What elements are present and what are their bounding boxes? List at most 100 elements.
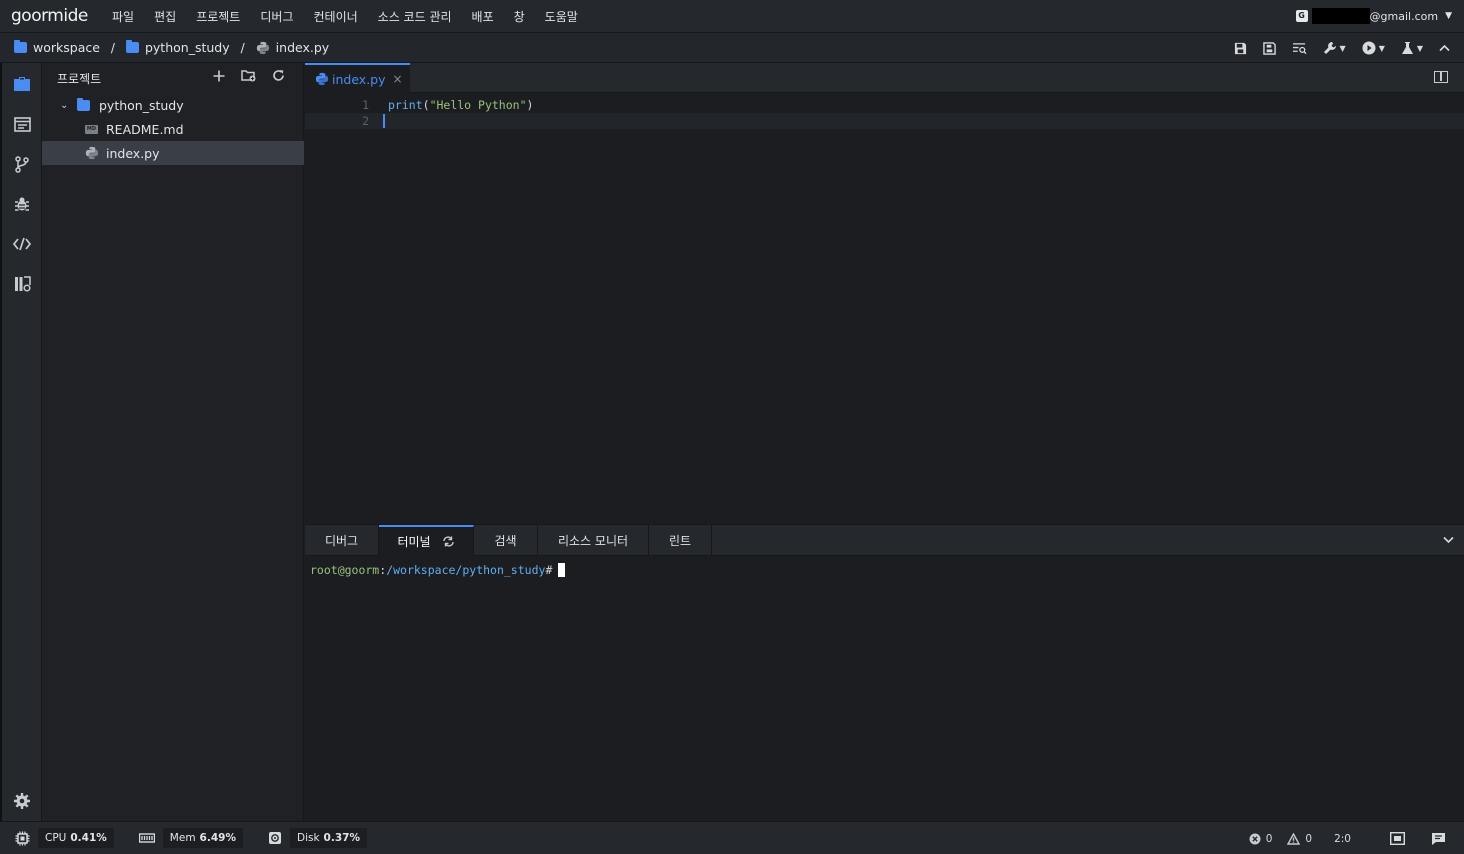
code-token-paren: (	[422, 98, 430, 112]
build-button[interactable]: ▼	[1323, 41, 1346, 55]
cursor-position[interactable]: 2:0	[1334, 833, 1351, 845]
activity-bar	[0, 63, 42, 821]
project-tools	[213, 69, 285, 82]
refresh-icon[interactable]	[442, 536, 455, 547]
disk-usage: Disk 0.37%	[289, 828, 367, 848]
code-token-function: print	[388, 98, 423, 112]
menu-window[interactable]: 창	[514, 8, 525, 25]
error-icon	[1249, 833, 1261, 844]
run-button[interactable]: ▼	[1362, 41, 1385, 55]
chevron-down-icon: ⌄	[60, 99, 69, 111]
tree-file-index-py[interactable]: index.py	[42, 141, 304, 165]
folder-plus-icon	[241, 70, 256, 82]
split-editor-icon[interactable]	[1434, 71, 1448, 83]
cpu-chip-icon	[15, 831, 30, 846]
google-icon: G	[1295, 10, 1308, 22]
chevron-down-icon	[1443, 536, 1454, 544]
folder-icon	[125, 40, 139, 53]
breadcrumb: workspace / python_study / index.py	[14, 40, 329, 55]
find-icon	[1292, 42, 1306, 54]
line-code: print("Hello Python")	[388, 97, 533, 113]
layout-toggle-icon[interactable]	[1390, 832, 1405, 845]
chevron-down-icon: ▼	[1378, 43, 1385, 53]
debug-bug-icon[interactable]	[11, 193, 33, 215]
folder-icon	[14, 40, 27, 53]
breadcrumb-label: python_study	[144, 40, 230, 55]
menu-project[interactable]: 프로젝트	[196, 8, 240, 25]
line-number: 1	[362, 98, 369, 112]
status-right: 0 0 2:0	[1249, 822, 1446, 854]
menu-debug[interactable]: 디버그	[260, 8, 293, 25]
new-file-button[interactable]	[213, 70, 225, 82]
terminal-output[interactable]: root@goorm:/workspace/python_study#	[310, 563, 566, 577]
chevron-up-icon	[1439, 44, 1450, 52]
editor-tab-index-py[interactable]: index.py ×	[305, 63, 410, 93]
error-count[interactable]: 0	[1249, 833, 1272, 845]
refresh-button[interactable]	[272, 69, 285, 82]
folder-icon	[77, 97, 90, 111]
breadcrumb-python-study[interactable]: python_study	[125, 40, 230, 55]
editor-tab-bar: index.py ×	[305, 63, 1464, 93]
warning-count[interactable]: 0	[1287, 832, 1313, 845]
editor-pane: index.py × 1 print("Hello Python") 2	[305, 63, 1464, 524]
save-all-button[interactable]	[1262, 41, 1276, 55]
menu-edit[interactable]: 편집	[154, 8, 176, 25]
terminal-path: /workspace/python_study	[386, 563, 546, 577]
cpu-usage: CPU 0.41%	[38, 828, 114, 848]
breadcrumb-separator: /	[110, 40, 115, 55]
menu-file[interactable]: 파일	[112, 8, 134, 25]
python-icon	[256, 41, 269, 54]
settings-gear-icon[interactable]	[11, 790, 33, 812]
tab-search[interactable]: 검색	[474, 525, 538, 556]
breadcrumb-index-py[interactable]: index.py	[256, 40, 329, 55]
find-button[interactable]	[1292, 42, 1307, 55]
menu-container[interactable]: 컨테이너	[313, 8, 357, 25]
chevron-down-icon: ▼	[1416, 43, 1423, 53]
chevron-down-icon: ▼	[1445, 11, 1452, 21]
chevron-down-icon: ▼	[1339, 43, 1346, 53]
git-branch-icon[interactable]	[11, 153, 33, 175]
status-bar: CPU 0.41% Mem 6.49% Disk 0.37% 0 0 2:0	[0, 821, 1464, 854]
tree-file-readme[interactable]: MD README.md	[42, 117, 304, 141]
tree-item-label: index.py	[106, 145, 160, 161]
mem-label: Mem	[169, 832, 196, 844]
breadcrumb-label: workspace	[33, 40, 100, 55]
save-button[interactable]	[1234, 42, 1247, 55]
tree-folder-python-study[interactable]: ⌄ python_study	[42, 93, 304, 117]
account-menu[interactable]: G @gmail.com ▼	[1295, 8, 1452, 24]
chat-icon[interactable]	[1431, 832, 1446, 846]
library-icon[interactable]	[11, 273, 33, 295]
app-logo[interactable]: goormide	[11, 6, 99, 26]
tab-lint[interactable]: 린트	[649, 525, 712, 556]
cpu-value: 0.41%	[70, 832, 107, 844]
code-token-string: "Hello Python"	[429, 98, 527, 112]
plus-icon	[213, 70, 225, 81]
collapse-toolbar-button[interactable]	[1439, 44, 1450, 52]
editor-tab-label: index.py	[332, 71, 386, 87]
terminal-cursor	[558, 563, 566, 577]
project-explorer-icon[interactable]	[11, 73, 33, 95]
test-button[interactable]: ▼	[1401, 41, 1423, 55]
code-icon[interactable]	[11, 233, 33, 255]
redacted-email	[1311, 8, 1370, 24]
code-area[interactable]: 1 print("Hello Python") 2	[305, 96, 1464, 524]
menu-help[interactable]: 도움말	[545, 8, 578, 25]
close-icon[interactable]: ×	[393, 72, 403, 86]
tab-resource-monitor[interactable]: 리소스 모니터	[538, 525, 649, 556]
flask-icon	[1401, 42, 1413, 54]
warning-count-value: 0	[1305, 832, 1313, 845]
menu-deploy[interactable]: 배포	[472, 8, 494, 25]
tab-debug[interactable]: 디버그	[305, 525, 379, 556]
new-folder-button[interactable]	[241, 69, 256, 82]
code-line-active: 2	[305, 113, 1464, 129]
collapse-panel-button[interactable]	[1443, 533, 1454, 547]
toolbar: ▼ ▼ ▼	[1218, 33, 1450, 63]
tab-terminal[interactable]: 터미널	[379, 525, 474, 556]
save-all-icon	[1262, 41, 1276, 55]
menu-scm[interactable]: 소스 코드 관리	[378, 8, 452, 25]
outline-icon[interactable]	[11, 113, 33, 135]
warning-icon	[1287, 832, 1301, 845]
breadcrumb-workspace[interactable]: workspace	[14, 40, 100, 55]
refresh-icon	[273, 70, 284, 81]
menu-bar: goormide 파일 편집 프로젝트 디버그 컨테이너 소스 코드 관리 배포…	[0, 0, 1464, 33]
